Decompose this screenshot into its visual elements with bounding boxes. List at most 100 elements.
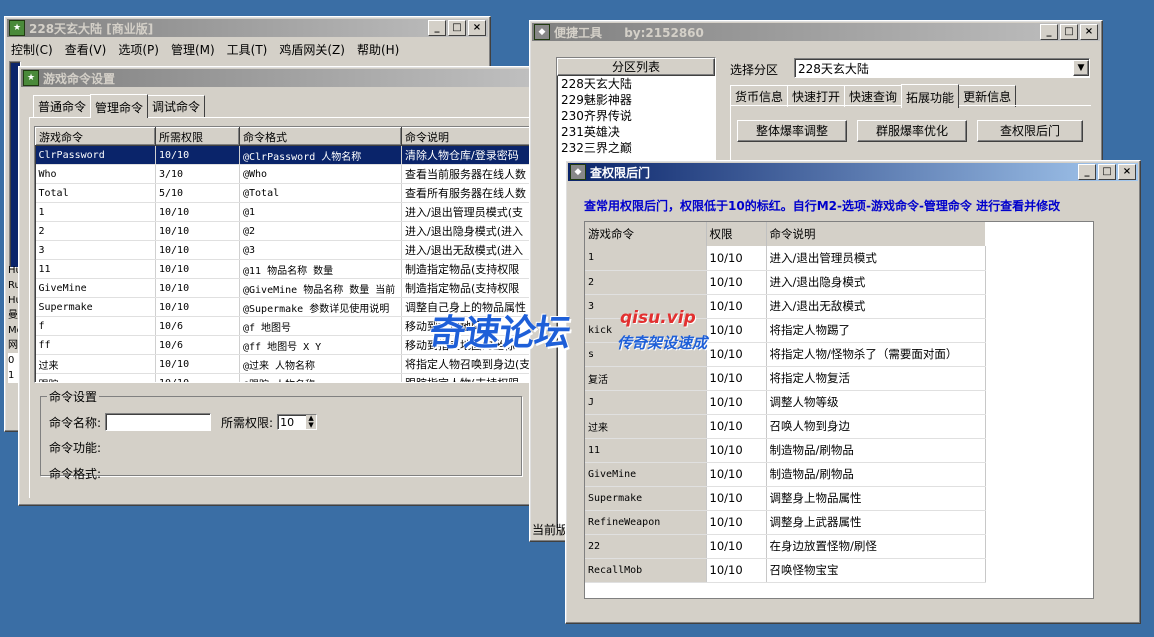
tab-extensions[interactable]: 拓展功能 [901, 84, 960, 108]
cell-format: @GiveMine 物品名称 数量 当前 [239, 278, 402, 298]
cell-description: 制造物品/刷物品 [766, 462, 986, 487]
table-row[interactable]: RefineWeapon 10/10 调整身上武器属性 [585, 510, 986, 535]
quick-tools-titlebar[interactable]: ◆ 便捷工具 by:2152860 _ □ × [532, 23, 1100, 41]
cell-format: @ff 地图号 X Y [239, 335, 402, 355]
table-row[interactable]: 3 10/10 @3 进入/退出无敌模式(进入 [35, 240, 535, 260]
cell-description: 进入/退出隐身模式 [766, 270, 986, 295]
table-row[interactable]: Supermake 10/10 调整身上物品属性 [585, 486, 986, 511]
partition-item[interactable]: 228天玄大陆 [557, 76, 715, 92]
table-row[interactable]: 2 10/10 @2 进入/退出隐身模式(进入 [35, 221, 535, 241]
table-row[interactable]: ClrPassword 10/10 @ClrPassword 人物名称 清除人物仓库/… [35, 145, 535, 165]
check-notice: 查常用权限后门，权限低于10的标红。自行M2-选项-游戏命令-管理命令 进行查看… [584, 199, 1061, 213]
menu-gateway[interactable]: 鸡盾网关(Z) [279, 41, 345, 58]
perm-label: 所需权限: [221, 415, 274, 430]
cell-format: @11 物品名称 数量 [239, 259, 402, 279]
cell-format: @1 [239, 202, 402, 222]
main-window-titlebar[interactable]: ★ 228天玄大陆 [商业版] _ □ × [7, 19, 488, 37]
table-row[interactable]: 2 10/10 进入/退出隐身模式 [585, 270, 986, 295]
overall-drop-rate-button[interactable]: 整体爆率调整 [737, 120, 847, 142]
col-header-description: 命令说明 [769, 227, 816, 241]
maximize-button[interactable]: □ [1098, 164, 1116, 180]
menu-help[interactable]: 帮助(H) [357, 41, 399, 58]
table-row[interactable]: 11 10/10 @11 物品名称 数量 制造指定物品(支持权限 [35, 259, 535, 279]
partition-select-value: 228天玄大陆 [798, 61, 869, 76]
maximize-button[interactable]: □ [448, 20, 466, 36]
check-rows: 1 10/10 进入/退出管理员模式 2 10/10 进入/退出隐身模式 3 10/10 进入/… [585, 246, 986, 583]
close-button[interactable]: × [1080, 24, 1098, 40]
tab-admin-commands[interactable]: 管理命令 [90, 94, 149, 118]
cell-description: 制造指定物品(支持权限 [401, 259, 535, 279]
partition-select[interactable]: 228天玄大陆 ▼ [794, 58, 1090, 78]
minimize-button[interactable]: _ [1078, 164, 1096, 180]
partition-item[interactable]: 230齐界传说 [557, 108, 715, 124]
chevron-down-icon[interactable]: ▼ [1073, 60, 1089, 76]
perm-spinner[interactable]: 10 ▲ ▼ [277, 414, 318, 430]
cell-format: @Total [239, 183, 402, 203]
table-row[interactable]: RecallMob 10/10 召唤怪物宝宝 [585, 558, 986, 583]
table-row[interactable]: 跟踪10/10@跟踪 人物名称跟踪指定人物(支持权限 [35, 373, 535, 382]
table-row[interactable]: GiveMine 10/10 @GiveMine 物品名称 数量 当前 制造指定物品(… [35, 278, 535, 298]
tab-quick-open[interactable]: 快速打开 [787, 85, 846, 107]
close-button[interactable]: × [468, 20, 486, 36]
tab-update-info[interactable]: 更新信息 [958, 85, 1017, 107]
check-table: 游戏命令 权限 命令说明 1 10/10 进入/退出管理员模式 2 10/10 进入/退出… [585, 222, 986, 583]
command-settings-legend: 命令设置 [49, 390, 98, 404]
cell-command: 过来 [585, 414, 707, 439]
cell-permission: 3/10 [155, 164, 240, 184]
partition-item[interactable]: 231英雄决 [557, 124, 715, 140]
table-row[interactable]: 过来 10/10 @过来 人物名称 将指定人物召唤到身边(支 [35, 354, 535, 374]
spinner-arrows-icon[interactable]: ▲ ▼ [306, 415, 317, 429]
minimize-button[interactable]: _ [428, 20, 446, 36]
watermark-logo: 奇速论坛 [426, 313, 573, 354]
cell-command: J [585, 390, 707, 415]
col-header-description[interactable]: 命令说明 [401, 127, 535, 146]
cell-command: Supermake [35, 297, 156, 317]
close-button[interactable]: × [1118, 164, 1136, 180]
menu-control[interactable]: 控制(C) [11, 41, 53, 58]
table-row[interactable]: GiveMine 10/10 制造物品/刷物品 [585, 462, 986, 487]
table-row[interactable]: 复活 10/10 将指定人物复活 [585, 366, 986, 391]
cell-description: 召唤人物到身边 [766, 414, 986, 439]
cell-description: 制造指定物品(支持权限 [401, 278, 535, 298]
cell-description: 跟踪指定人物(支持权限 [401, 373, 535, 382]
tab-normal-commands[interactable]: 普通命令 [33, 95, 92, 117]
partition-item[interactable]: 229魅影神器 [557, 92, 715, 108]
menu-manage[interactable]: 管理(M) [171, 41, 215, 58]
table-row[interactable]: 22 10/10 在身边放置怪物/刷怪 [585, 534, 986, 559]
cmd-name-input[interactable] [105, 413, 212, 431]
minimize-button[interactable]: _ [1040, 24, 1058, 40]
table-row[interactable]: 1 10/10 @1 进入/退出管理员模式(支 [35, 202, 535, 222]
cell-description: 将指定人物/怪物杀了（需要面对面） [766, 342, 986, 367]
group-drop-rate-button[interactable]: 群服爆率优化 [857, 120, 967, 142]
menu-view[interactable]: 查看(V) [65, 41, 107, 58]
table-row[interactable]: 1 10/10 进入/退出管理员模式 [585, 246, 986, 271]
cell-command: 2 [35, 221, 156, 241]
partition-item[interactable]: 232三界之巅 [557, 140, 715, 156]
gm-settings-titlebar[interactable]: ★ 游戏命令设置 [21, 69, 537, 87]
check-backdoor-titlebar[interactable]: ◆ 查权限后门 _ □ × [568, 163, 1138, 181]
check-backdoor-button[interactable]: 查权限后门 [977, 120, 1083, 142]
menu-tools[interactable]: 工具(T) [227, 41, 268, 58]
col-header-permission[interactable]: 所需权限 [155, 127, 240, 146]
col-header-format[interactable]: 命令格式 [239, 127, 402, 146]
gm-settings-window: ★ 游戏命令设置 普通命令 管理命令 调试命令 游戏命令 所需权限 命令格式 命… [18, 66, 540, 506]
col-header-command[interactable]: 游戏命令 [35, 127, 156, 146]
cell-command: GiveMine [585, 462, 707, 487]
main-window-title: 228天玄大陆 [商业版] [29, 21, 154, 36]
table-row[interactable]: J 10/10 调整人物等级 [585, 390, 986, 415]
cell-permission: 10/10 [155, 202, 240, 222]
tab-debug-commands[interactable]: 调试命令 [147, 95, 206, 117]
tab-currency-info[interactable]: 货币信息 [730, 85, 789, 107]
cell-permission: 10/10 [706, 294, 767, 319]
table-row[interactable]: Total 5/10 @Total 查看所有服务器在线人数 [35, 183, 535, 203]
menu-options[interactable]: 选项(P) [118, 41, 159, 58]
cell-description: 查看当前服务器在线人数 [401, 164, 535, 184]
table-row[interactable]: Who 3/10 @Who 查看当前服务器在线人数 [35, 164, 535, 184]
table-row[interactable]: 11 10/10 制造物品/刷物品 [585, 438, 986, 463]
tab-quick-query[interactable]: 快速查询 [844, 85, 903, 107]
cell-permission: 10/10 [155, 297, 240, 317]
table-row[interactable]: 过来 10/10 召唤人物到身边 [585, 414, 986, 439]
check-backdoor-window: ◆ 查权限后门 _ □ × 查常用权限后门，权限低于10的标红。自行M2-选项-… [565, 160, 1141, 624]
maximize-button[interactable]: □ [1060, 24, 1078, 40]
cell-permission: 10/10 [706, 510, 767, 535]
